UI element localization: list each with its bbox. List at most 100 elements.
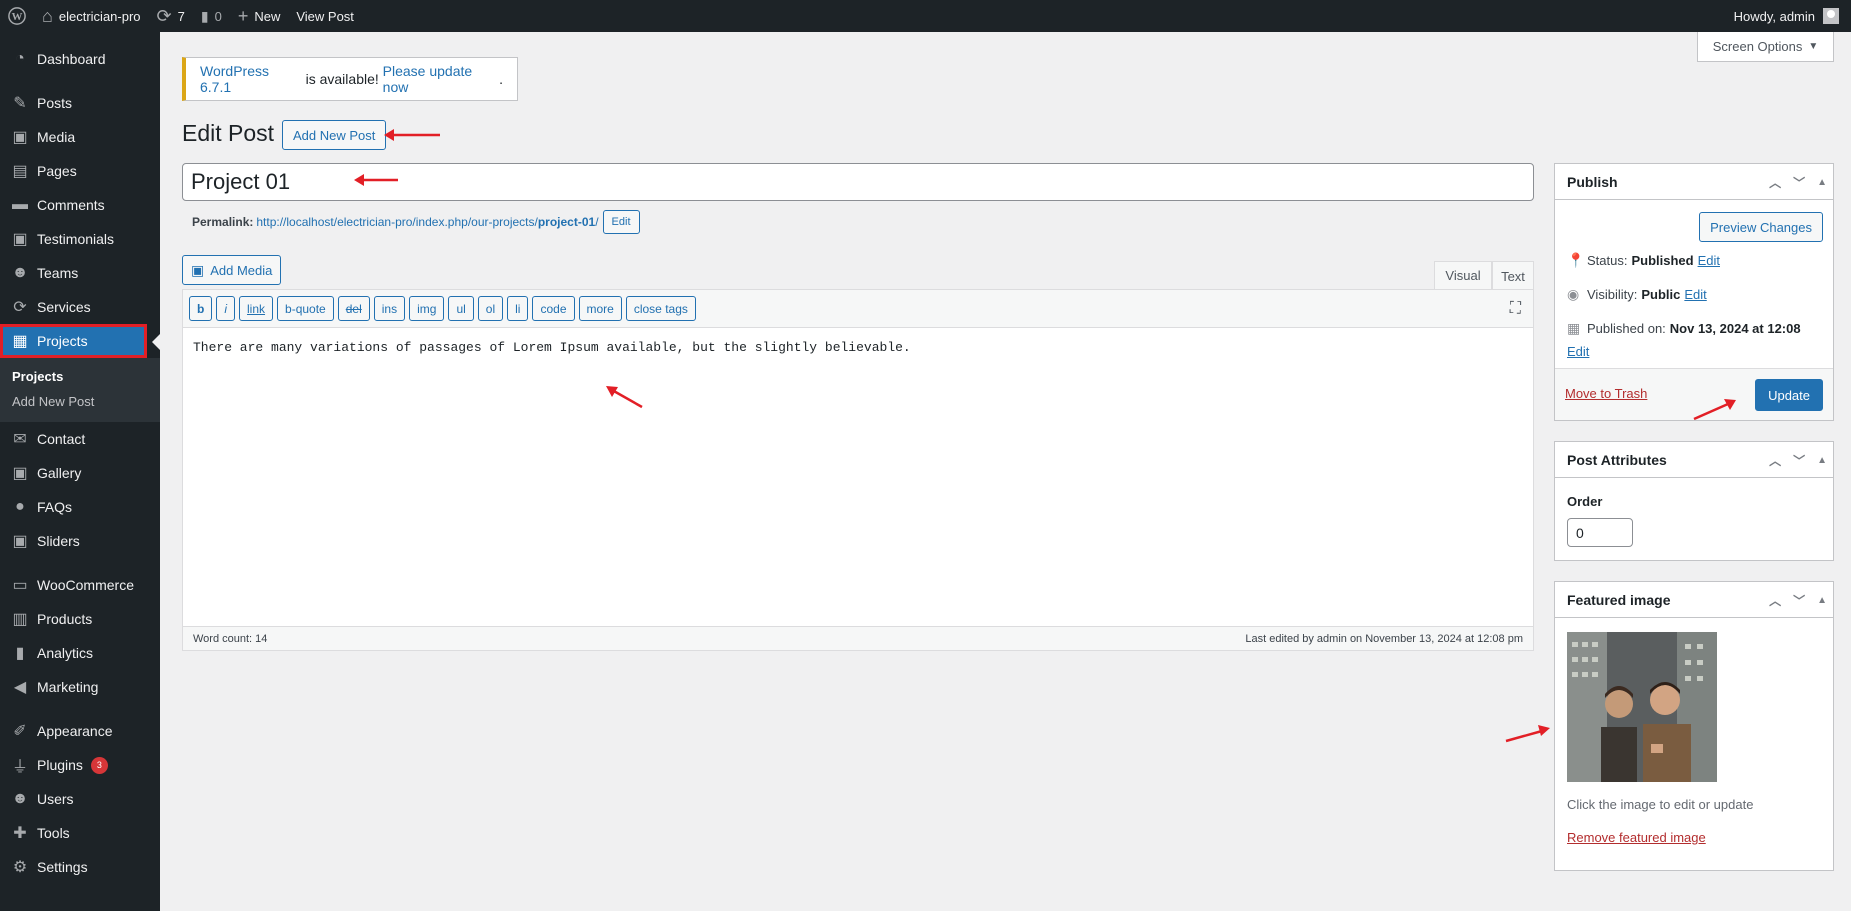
permalink-row: Permalink: http://localhost/electrician-…: [192, 210, 640, 234]
sidebar-item-comments[interactable]: ▬ Comments: [0, 188, 160, 222]
sidebar-item-label: FAQs: [37, 499, 73, 515]
permalink-edit-button[interactable]: Edit: [602, 210, 640, 234]
sidebar-item-tools[interactable]: ✚ Tools: [0, 816, 160, 850]
update-now-link[interactable]: Please update now: [383, 63, 499, 95]
chevron-down-icon[interactable]: ﹀: [1793, 592, 1805, 609]
visibility-value: Public: [1641, 287, 1681, 302]
updates-link[interactable]: ⟳ 7: [149, 0, 193, 32]
qt-more-button[interactable]: more: [578, 296, 622, 321]
tab-visual[interactable]: Visual: [1434, 261, 1492, 289]
update-notice: WordPress 6.7.1 is available! Please upd…: [182, 57, 518, 101]
caret-up-icon[interactable]: ▲: [1817, 595, 1827, 606]
featured-image-title: Featured image: [1567, 591, 1671, 608]
qt-blockquote-button[interactable]: b-quote: [277, 296, 334, 321]
qt-img-button[interactable]: img: [409, 296, 445, 321]
status-edit-link[interactable]: Edit: [1698, 253, 1720, 268]
sidebar-item-gallery[interactable]: ▣ Gallery: [0, 456, 160, 490]
sidebar-item-users[interactable]: ☻ Users: [0, 782, 160, 816]
sidebar-item-projects[interactable]: ▦ Projects: [0, 324, 160, 358]
sidebar-item-analytics[interactable]: ▮ Analytics: [0, 636, 160, 670]
add-media-button[interactable]: ▣ Add Media: [182, 255, 282, 285]
chevron-down-icon[interactable]: ﹀: [1793, 452, 1805, 469]
pages-icon: ▤: [12, 163, 28, 180]
chevron-up-icon[interactable]: ︿: [1769, 452, 1781, 469]
featured-image-thumbnail[interactable]: [1567, 632, 1717, 782]
sidebar-item-plugins[interactable]: ⏚ Plugins 3: [0, 748, 160, 782]
featured-image-header: Featured image ︿ ﹀ ▲: [1555, 582, 1833, 618]
qt-code-button[interactable]: code: [532, 296, 575, 321]
order-input[interactable]: 0: [1567, 518, 1633, 547]
caret-up-icon[interactable]: ▲: [1817, 455, 1827, 466]
archive-icon: ▥: [12, 611, 28, 628]
sidebar-item-pages[interactable]: ▤ Pages: [0, 154, 160, 188]
publish-box: Publish ︿ ﹀ ▲ Preview Changes 📍 Status: …: [1554, 163, 1834, 421]
qt-bold-button[interactable]: b: [189, 296, 213, 321]
sidebar-item-label: Plugins: [37, 757, 83, 773]
chevron-up-icon[interactable]: ︿: [1769, 592, 1781, 609]
my-account-menu[interactable]: Howdy, admin: [1726, 0, 1847, 32]
published-on-edit-link[interactable]: Edit: [1567, 344, 1589, 359]
post-attributes-box: Post Attributes ︿ ﹀ ▲ Order 0: [1554, 441, 1834, 561]
current-menu-arrow: [152, 334, 160, 350]
tab-text[interactable]: Text: [1492, 261, 1534, 290]
chevron-down-icon[interactable]: ﹀: [1793, 174, 1805, 191]
sidebar-item-dashboard[interactable]: ◔ Dashboard: [0, 42, 160, 76]
permalink-link[interactable]: http://localhost/electrician-pro/index.p…: [256, 215, 598, 229]
new-content-link[interactable]: + New: [230, 0, 289, 32]
move-to-trash-link[interactable]: Move to Trash: [1565, 386, 1647, 401]
permalink-trailing: /: [595, 215, 599, 229]
fullscreen-icon[interactable]: ⛶: [1510, 300, 1521, 318]
new-label: New: [254, 8, 281, 24]
qt-ins-button[interactable]: ins: [373, 296, 406, 321]
settings-icon: ⚙: [12, 859, 28, 876]
wp-logo-menu[interactable]: W: [0, 0, 34, 32]
sidebar-item-appearance[interactable]: ✐ Appearance: [0, 714, 160, 748]
caret-up-icon[interactable]: ▲: [1817, 177, 1827, 188]
remove-featured-image-link[interactable]: Remove featured image: [1567, 830, 1706, 845]
sidebar-item-marketing[interactable]: ◀ Marketing: [0, 670, 160, 704]
media-icon: ▣: [12, 465, 28, 482]
sidebar-item-contact[interactable]: ✉ Contact: [0, 422, 160, 456]
quicktags-toolbar: b i link b-quote del ins img ul ol li co…: [183, 290, 1533, 328]
status-label: Status:: [1587, 253, 1628, 268]
comments-link[interactable]: ▮ 0: [193, 0, 230, 32]
preview-changes-button[interactable]: Preview Changes: [1699, 212, 1823, 242]
chat-icon: ●: [15, 498, 25, 515]
site-name-link[interactable]: ⌂ electrician-pro: [34, 0, 149, 32]
chevron-up-icon[interactable]: ︿: [1769, 174, 1781, 191]
post-content-textarea[interactable]: There are many variations of passages of…: [183, 328, 1533, 626]
qt-link-button[interactable]: link: [239, 296, 274, 321]
screen-options-button[interactable]: Screen Options ▼: [1697, 32, 1834, 62]
update-button[interactable]: Update: [1755, 379, 1823, 411]
sidebar-item-faqs[interactable]: ● FAQs: [0, 490, 160, 524]
annotation-arrow-icon: [1505, 725, 1550, 743]
sidebar-item-teams[interactable]: ☻ Teams: [0, 256, 160, 290]
sidebar-item-media[interactable]: ▣ Media: [0, 120, 160, 154]
sidebar-item-label: Comments: [37, 197, 105, 213]
qt-ul-button[interactable]: ul: [448, 296, 474, 321]
qt-ol-button[interactable]: ol: [477, 296, 504, 321]
view-post-link[interactable]: View Post: [288, 0, 362, 32]
sidebar-item-settings[interactable]: ⚙ Settings: [0, 850, 160, 884]
sidebar-item-services[interactable]: ⟳ Services: [0, 290, 160, 324]
qt-li-button[interactable]: li: [507, 296, 529, 321]
qt-italic-button[interactable]: i: [216, 296, 236, 321]
submenu-item-projects[interactable]: Projects: [0, 364, 160, 389]
sidebar-item-sliders[interactable]: ▣ Sliders: [0, 524, 160, 558]
sidebar-item-testimonials[interactable]: ▣ Testimonials: [0, 222, 160, 256]
groups-icon: ☻: [11, 264, 29, 281]
media-icon: ▣: [12, 231, 28, 248]
sidebar-item-products[interactable]: ▥ Products: [0, 602, 160, 636]
comments-count: 0: [214, 8, 222, 24]
submenu-item-add-new-post[interactable]: Add New Post: [0, 389, 160, 414]
add-new-post-button[interactable]: Add New Post: [282, 120, 387, 150]
sidebar-item-woocommerce[interactable]: ▭ WooCommerce: [0, 568, 160, 602]
media-icon: ▣: [12, 533, 28, 550]
megaphone-icon: ◀: [13, 679, 27, 696]
sidebar-item-posts[interactable]: ✎ Posts: [0, 86, 160, 120]
visibility-edit-link[interactable]: Edit: [1684, 287, 1706, 302]
wordpress-version-link[interactable]: WordPress 6.7.1: [200, 63, 302, 95]
sidebar-item-label: Posts: [37, 95, 73, 111]
qt-close-tags-button[interactable]: close tags: [625, 296, 696, 321]
qt-del-button[interactable]: del: [337, 296, 370, 321]
